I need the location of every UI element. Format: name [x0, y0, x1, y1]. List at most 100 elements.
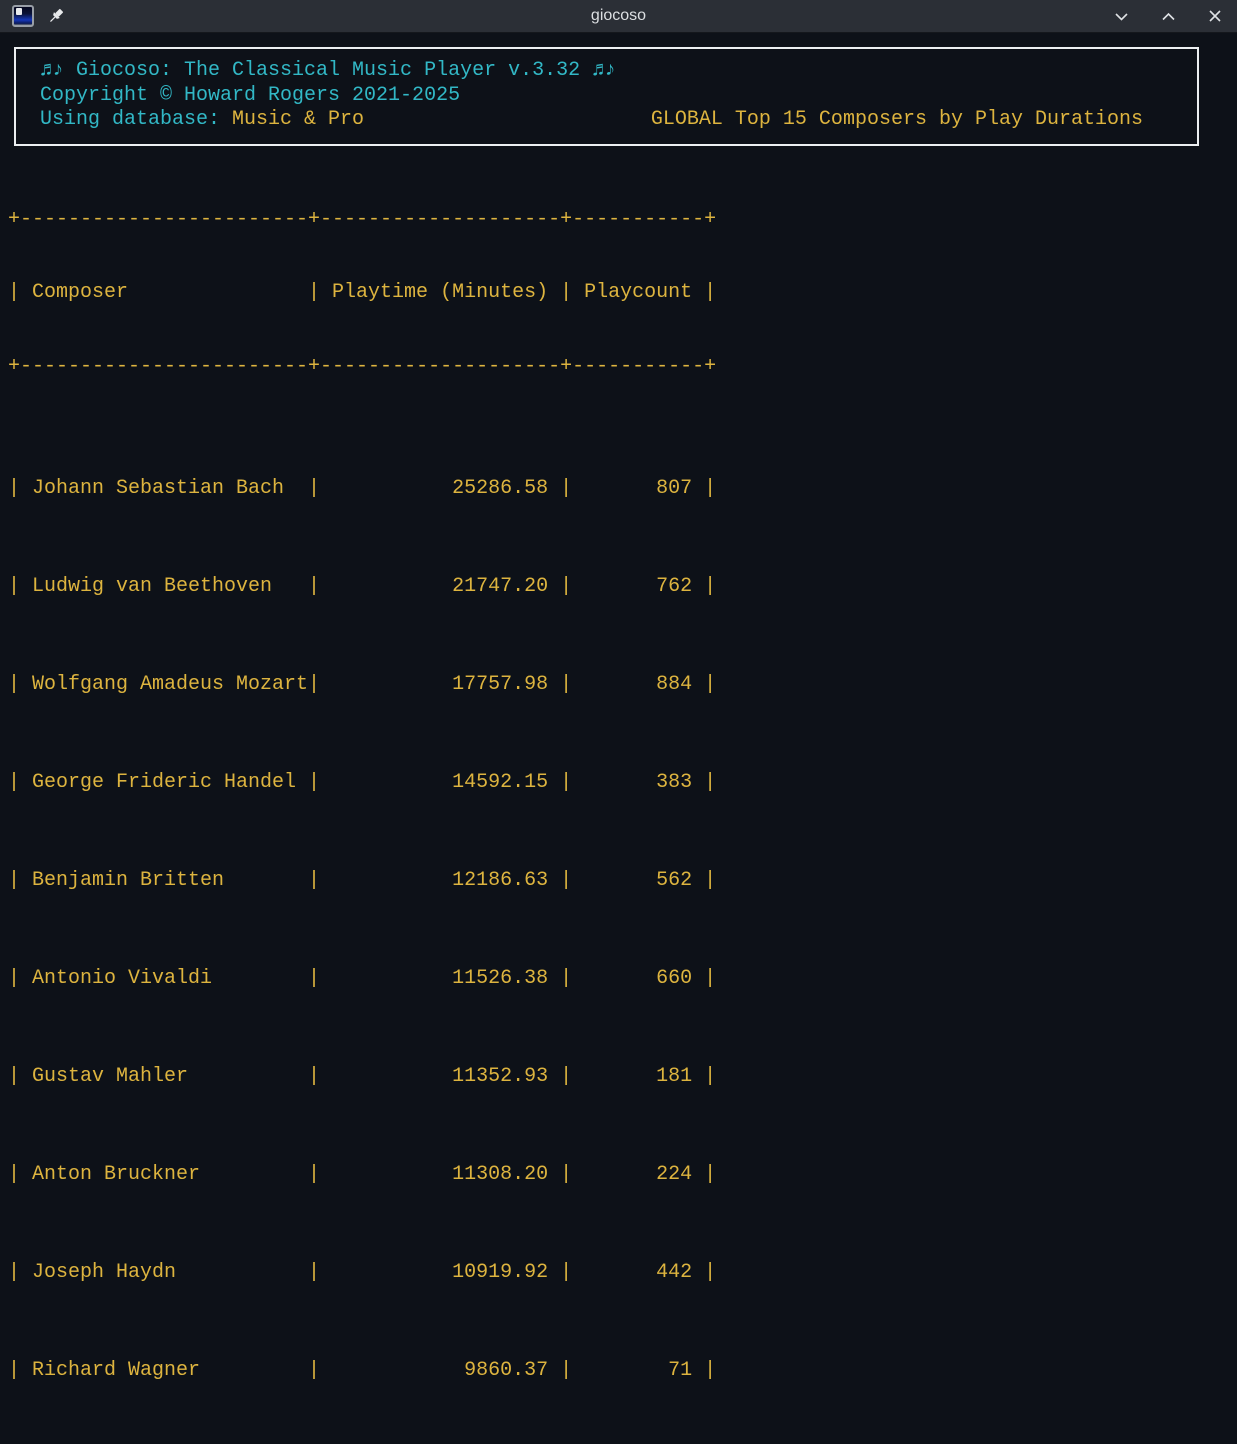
playcount-cell: 71 [572, 1359, 704, 1384]
column-separator: | [8, 967, 20, 992]
column-separator: | [704, 1163, 716, 1188]
table-row: |Richard Wagner|9860.37|71| [8, 1359, 1237, 1384]
column-separator: | [560, 1359, 572, 1384]
chevron-up-icon [1160, 8, 1177, 25]
column-separator: | [308, 477, 320, 502]
playtime-cell: 17757.98 [320, 673, 560, 698]
minimize-button[interactable] [1111, 6, 1132, 27]
playtime-cell: 11526.38 [320, 967, 560, 992]
table-row: |Wolfgang Amadeus Mozart|17757.98|884| [8, 673, 1237, 698]
column-separator: | [704, 477, 716, 502]
playcount-cell: 181 [572, 1065, 704, 1090]
column-separator: | [8, 281, 20, 306]
playtime-cell: 21747.20 [320, 575, 560, 600]
composer-cell: Joseph Haydn [20, 1261, 308, 1286]
table-row: |Benjamin Britten|12186.63|562| [8, 869, 1237, 894]
composer-cell: Richard Wagner [20, 1359, 308, 1384]
maximize-button[interactable] [1158, 6, 1179, 27]
composer-cell: Antonio Vivaldi [20, 967, 308, 992]
column-separator: | [704, 1065, 716, 1090]
playtime-cell: 9860.37 [320, 1359, 560, 1384]
table-row: |Ludwig van Beethoven|21747.20|762| [8, 575, 1237, 600]
playcount-cell: 660 [572, 967, 704, 992]
playtime-column-header: Playtime (Minutes) [320, 281, 560, 306]
composers-table: +------------------------+--------------… [8, 159, 1237, 1444]
table-header-row: |Composer|Playtime (Minutes)|Playcount| [8, 281, 1237, 306]
playtime-cell: 12186.63 [320, 869, 560, 894]
table-border-top: +------------------------+--------------… [8, 208, 1237, 233]
playtime-cell: 25286.58 [320, 477, 560, 502]
column-separator: | [560, 575, 572, 600]
app-header-box: ♬♪ Giocoso: The Classical Music Player v… [14, 47, 1199, 146]
close-icon [1207, 8, 1223, 24]
playtime-cell: 14592.15 [320, 771, 560, 796]
column-separator: | [704, 1261, 716, 1286]
terminal-screen: ♬♪ Giocoso: The Classical Music Player v… [0, 33, 1237, 1444]
playcount-cell: 224 [572, 1163, 704, 1188]
composer-cell: Anton Bruckner [20, 1163, 308, 1188]
playcount-cell: 762 [572, 575, 704, 600]
column-separator: | [308, 771, 320, 796]
table-body: |Johann Sebastian Bach|25286.58|807| |Lu… [8, 428, 1237, 1444]
composer-column-header: Composer [20, 281, 308, 306]
column-separator: | [560, 1261, 572, 1286]
database-value: Music & Pro [232, 108, 364, 131]
column-separator: | [560, 281, 572, 306]
column-separator: | [704, 967, 716, 992]
composer-cell: Gustav Mahler [20, 1065, 308, 1090]
column-separator: | [560, 869, 572, 894]
column-separator: | [8, 1359, 20, 1384]
playtime-cell: 11308.20 [320, 1163, 560, 1188]
column-separator: | [704, 281, 716, 306]
playtime-cell: 10919.92 [320, 1261, 560, 1286]
playcount-cell: 383 [572, 771, 704, 796]
column-separator: | [704, 771, 716, 796]
playcount-cell: 884 [572, 673, 704, 698]
copyright-line: Copyright © Howard Rogers 2021-2025 [40, 84, 1197, 109]
column-separator: | [8, 771, 20, 796]
column-separator: | [704, 1359, 716, 1384]
column-separator: | [560, 477, 572, 502]
column-separator: | [308, 575, 320, 600]
playcount-cell: 562 [572, 869, 704, 894]
table-row: |Joseph Haydn|10919.92|442| [8, 1261, 1237, 1286]
playtime-cell: 11352.93 [320, 1065, 560, 1090]
column-separator: | [8, 869, 20, 894]
column-separator: | [308, 1359, 320, 1384]
playcount-cell: 807 [572, 477, 704, 502]
database-label: Using database: [40, 108, 232, 131]
table-row: |Anton Bruckner|11308.20|224| [8, 1163, 1237, 1188]
report-title: GLOBAL Top 15 Composers by Play Duration… [651, 108, 1143, 133]
window-title: giocoso [0, 7, 1237, 25]
app-title: ♬♪ Giocoso: The Classical Music Player v… [40, 59, 1197, 84]
column-separator: | [8, 1261, 20, 1286]
column-separator: | [704, 673, 716, 698]
table-row: |Johann Sebastian Bach|25286.58|807| [8, 477, 1237, 502]
playcount-column-header: Playcount [572, 281, 704, 306]
composer-cell: Benjamin Britten [20, 869, 308, 894]
column-separator: | [8, 1163, 20, 1188]
column-separator: | [560, 771, 572, 796]
column-separator: | [8, 1065, 20, 1090]
column-separator: | [308, 673, 320, 698]
column-separator: | [560, 1163, 572, 1188]
column-separator: | [308, 869, 320, 894]
column-separator: | [560, 673, 572, 698]
column-separator: | [308, 1065, 320, 1090]
column-separator: | [308, 967, 320, 992]
table-row: |George Frideric Handel|14592.15|383| [8, 771, 1237, 796]
chevron-down-icon [1113, 8, 1130, 25]
column-separator: | [8, 477, 20, 502]
table-row: |Gustav Mahler|11352.93|181| [8, 1065, 1237, 1090]
column-separator: | [308, 281, 320, 306]
column-separator: | [308, 1261, 320, 1286]
column-separator: | [560, 1065, 572, 1090]
table-border-header: +------------------------+--------------… [8, 355, 1237, 380]
column-separator: | [704, 869, 716, 894]
close-button[interactable] [1205, 6, 1225, 26]
playcount-cell: 442 [572, 1261, 704, 1286]
column-separator: | [8, 673, 20, 698]
column-separator: | [560, 967, 572, 992]
column-separator: | [308, 1163, 320, 1188]
composer-cell: Johann Sebastian Bach [20, 477, 308, 502]
